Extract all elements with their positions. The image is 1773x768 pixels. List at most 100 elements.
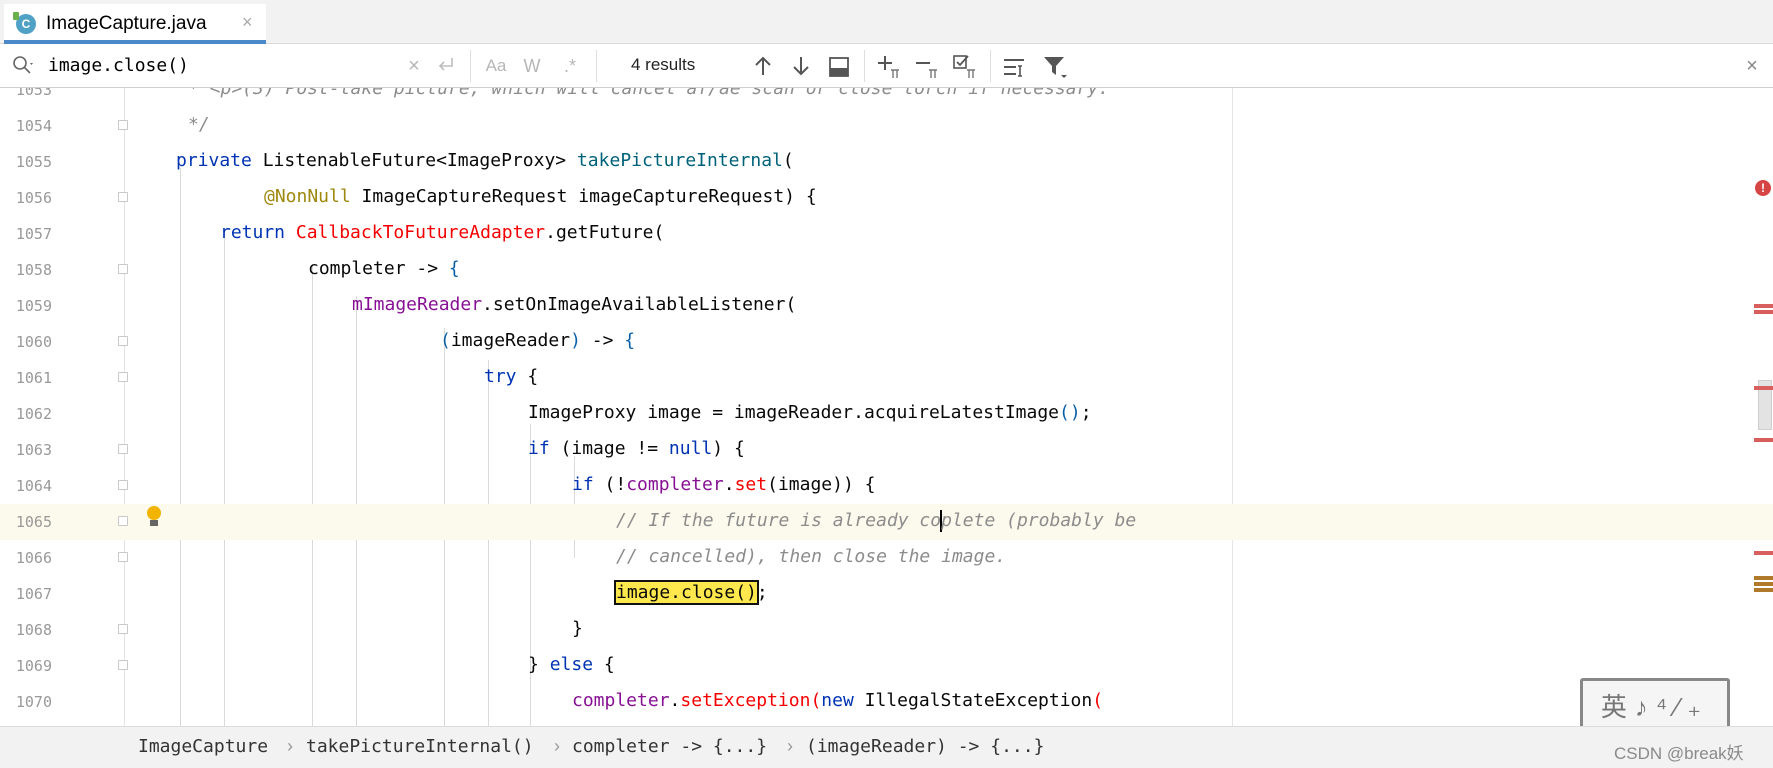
- line-number: 1061: [15, 369, 52, 387]
- filter-icon[interactable]: [1042, 54, 1068, 80]
- regex-toggle[interactable]: .*: [558, 52, 582, 80]
- fold-marker-icon[interactable]: [118, 624, 128, 634]
- code-text[interactable]: completer -> {: [308, 258, 460, 279]
- code-token: .: [669, 690, 681, 711]
- code-line[interactable]: 1064 if (!completer.set(image)) {: [0, 468, 1773, 504]
- close-find-bar-icon[interactable]: ×: [1740, 52, 1764, 80]
- search-icon[interactable]: [11, 54, 35, 78]
- code-text[interactable]: image.close();: [614, 580, 768, 605]
- breadcrumb-item-class[interactable]: ImageCapture: [138, 736, 268, 757]
- intention-bulb-icon[interactable]: [145, 506, 163, 530]
- code-text[interactable]: completer.setException(new IllegalStateE…: [572, 690, 1103, 711]
- code-line[interactable]: 1056 @NonNull ImageCaptureRequest imageCa…: [0, 180, 1773, 216]
- select-all-occurrences-icon[interactable]: [828, 56, 850, 78]
- clear-search-icon[interactable]: ×: [402, 52, 426, 80]
- code-line[interactable]: 1053 * <p>(3) Post-take picture, which wi…: [0, 88, 1773, 108]
- stamp-image: 英♪⁴⁄₊: [1580, 678, 1730, 726]
- error-stripe-marker[interactable]: [1754, 386, 1773, 390]
- error-stripe-marker[interactable]: [1754, 438, 1773, 442]
- code-line[interactable]: 1070 completer.setException(new IllegalSt…: [0, 684, 1773, 720]
- filter-lines-icon[interactable]: [1002, 56, 1026, 78]
- line-number: 1065: [15, 513, 52, 531]
- code-token: ;: [1080, 402, 1092, 423]
- code-line[interactable]: 1061 try {: [0, 360, 1773, 396]
- error-stripe-marker[interactable]: [1754, 551, 1773, 555]
- code-text[interactable]: @NonNull ImageCaptureRequest imageCaptur…: [264, 186, 817, 207]
- select-all-check-icon[interactable]: [952, 54, 978, 80]
- fold-marker-icon[interactable]: [118, 264, 128, 274]
- line-number: 1070: [15, 693, 52, 711]
- code-text[interactable]: // cancelled), then close the image.: [616, 546, 1006, 567]
- code-token: {: [624, 330, 636, 351]
- fold-marker-icon[interactable]: [118, 480, 128, 490]
- code-token: {: [448, 258, 460, 279]
- whole-words-toggle[interactable]: W: [520, 52, 544, 80]
- search-result-marker[interactable]: [1754, 582, 1773, 586]
- code-text[interactable]: return CallbackToFutureAdapter.getFuture…: [220, 222, 664, 243]
- search-match-highlight[interactable]: image.close(): [614, 580, 759, 605]
- error-stripe-marker[interactable]: [1754, 310, 1773, 314]
- code-line[interactable]: 1058 completer -> {: [0, 252, 1773, 288]
- code-text[interactable]: (imageReader) -> {: [440, 330, 635, 351]
- tab-imagecapture-java[interactable]: C ImageCapture.java ×: [4, 4, 266, 44]
- code-line[interactable]: 1068}: [0, 612, 1773, 648]
- error-indicator-icon[interactable]: !: [1755, 180, 1771, 196]
- search-result-marker[interactable]: [1754, 576, 1773, 580]
- fold-marker-icon[interactable]: [118, 552, 128, 562]
- code-text[interactable]: }: [572, 618, 583, 639]
- code-line[interactable]: 1062 ImageProxy image = imageReader.acqui…: [0, 396, 1773, 432]
- match-case-toggle[interactable]: Aa: [482, 52, 510, 80]
- toolbar-separator: [596, 50, 597, 82]
- code-text[interactable]: // If the future is already coplete (pro…: [616, 510, 1136, 532]
- code-line[interactable]: 1066 // cancelled), then close the image.: [0, 540, 1773, 576]
- code-line[interactable]: 1063 if (image != null) {: [0, 432, 1773, 468]
- breadcrumb-item-lambda-completer[interactable]: completer -> {...}: [572, 736, 767, 757]
- code-line[interactable]: 1060 (imageReader) -> {: [0, 324, 1773, 360]
- code-line[interactable]: 1054 */: [0, 108, 1773, 144]
- java-class-icon: C: [13, 12, 36, 34]
- line-number: 1054: [15, 117, 52, 135]
- fold-marker-icon[interactable]: [118, 516, 128, 526]
- remove-occurrence-icon[interactable]: [914, 54, 940, 80]
- fold-marker-icon[interactable]: [118, 444, 128, 454]
- code-token: ): [712, 438, 734, 459]
- code-editor[interactable]: 1053 * <p>(3) Post-take picture, which wi…: [0, 88, 1773, 726]
- arrow-down-icon[interactable]: [790, 54, 812, 78]
- arrow-up-icon[interactable]: [752, 54, 774, 78]
- breadcrumb-item-method[interactable]: takePictureInternal(): [306, 736, 534, 757]
- code-line[interactable]: 1055 private ListenableFuture<ImageProxy>…: [0, 144, 1773, 180]
- code-line[interactable]: 1057 return CallbackToFutureAdapter.getFu…: [0, 216, 1773, 252]
- tab-close-icon[interactable]: ×: [242, 12, 253, 33]
- toolbar-separator: [990, 50, 991, 82]
- code-token: if: [528, 438, 550, 459]
- code-text[interactable]: */: [188, 114, 210, 135]
- search-result-marker[interactable]: [1754, 588, 1773, 592]
- code-text[interactable]: mImageReader.setOnImageAvailableListener…: [352, 294, 796, 315]
- add-occurrence-icon[interactable]: [876, 54, 902, 80]
- error-stripe-marker[interactable]: [1754, 304, 1773, 308]
- breadcrumb: ImageCapture › takePictureInternal() › c…: [0, 726, 1773, 768]
- code-text[interactable]: if (!completer.set(image)) {: [572, 474, 876, 495]
- code-line[interactable]: 1065 // If the future is already coplete …: [0, 504, 1773, 540]
- new-line-icon[interactable]: [436, 56, 458, 76]
- code-text[interactable]: } else {: [528, 654, 615, 675]
- fold-marker-icon[interactable]: [118, 336, 128, 346]
- code-text[interactable]: try {: [484, 366, 538, 387]
- code-token: (: [782, 150, 794, 171]
- code-text[interactable]: if (image != null) {: [528, 438, 745, 459]
- code-token: (: [1092, 690, 1104, 711]
- code-line[interactable]: 1059 mImageReader.setOnImageAvailableList…: [0, 288, 1773, 324]
- search-input[interactable]: [48, 52, 388, 78]
- code-line[interactable]: 1069} else {: [0, 648, 1773, 684]
- line-number: 1066: [15, 549, 52, 567]
- fold-marker-icon[interactable]: [118, 660, 128, 670]
- code-text[interactable]: ImageProxy image = imageReader.acquireLa…: [528, 402, 1092, 423]
- code-line[interactable]: 1067 image.close();: [0, 576, 1773, 612]
- code-text[interactable]: private ListenableFuture<ImageProxy> tak…: [176, 150, 794, 171]
- breadcrumb-item-lambda-imagereader[interactable]: (imageReader) -> {...}: [806, 736, 1044, 757]
- fold-marker-icon[interactable]: [118, 120, 128, 130]
- code-text[interactable]: * <p>(3) Post-take picture, which will c…: [188, 88, 1109, 99]
- code-token: (: [810, 690, 822, 711]
- fold-marker-icon[interactable]: [118, 192, 128, 202]
- fold-marker-icon[interactable]: [118, 372, 128, 382]
